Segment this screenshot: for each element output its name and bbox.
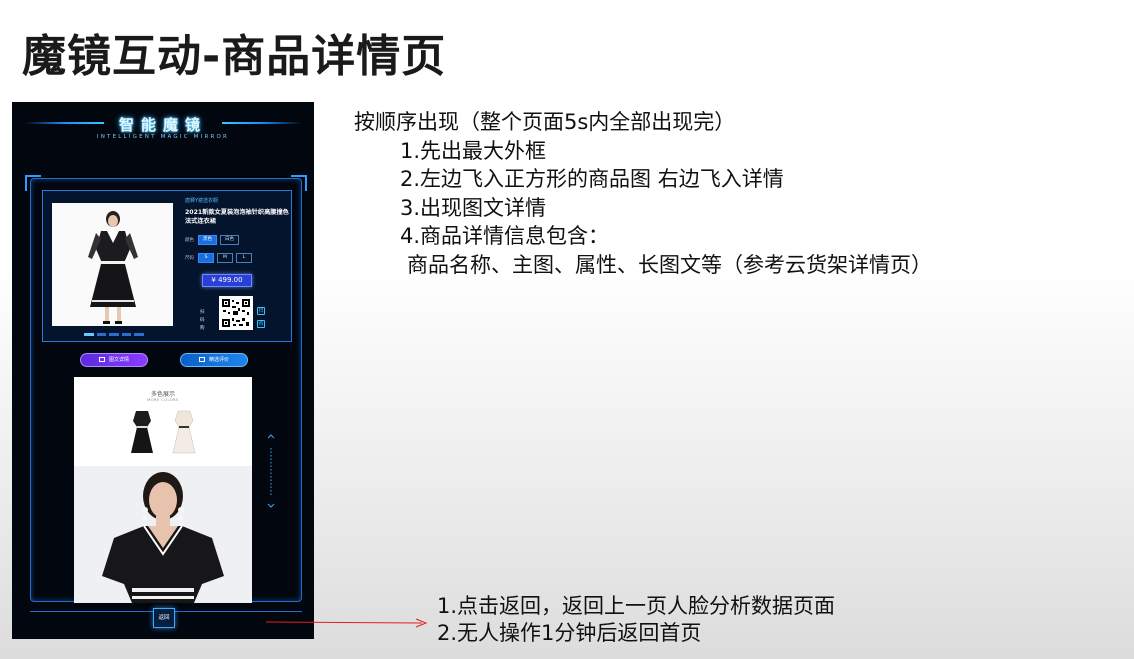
carousel-dot[interactable]	[121, 333, 132, 336]
qr-code[interactable]	[219, 296, 253, 330]
color-row: 颜色 黑色 白色	[185, 235, 239, 245]
note-step: 1.先出最大外框	[400, 138, 547, 163]
comment-icon	[198, 357, 205, 362]
carousel-dot[interactable]	[96, 333, 107, 336]
carousel-dot[interactable]	[84, 333, 94, 336]
note-step: 4.商品详情信息包含：	[400, 224, 610, 248]
back-button-notes: 1.点击返回，返回上一页人脸分析数据页面 2.无人操作1分钟后返回首页	[437, 593, 835, 647]
note-detail-line: 商品名称、主图、属性、长图文等（参考云货架详情页）	[407, 252, 932, 277]
mirror-header: 智能魔镜 INTELLIGENT MAGIC MIRROR	[12, 102, 314, 148]
carousel-dot[interactable]	[109, 333, 119, 336]
product-name: 2021新款女夏装泡泡袖针织高腰撞色法式连衣裙	[185, 209, 289, 225]
detail-photo	[74, 466, 252, 603]
product-main-image[interactable]	[52, 203, 173, 326]
tab-selected-reviews[interactable]: 精选评价	[180, 353, 248, 367]
qr-action-icons: 扫 购	[257, 307, 265, 333]
back-note: 2.无人操作1分钟后返回首页	[437, 621, 702, 645]
size-option-l[interactable]: L	[236, 253, 252, 263]
color-variants-figures	[131, 410, 196, 454]
color-option-black[interactable]: 黑色	[198, 235, 217, 245]
image-icon	[98, 357, 105, 362]
qr-caption: 扫 码 购	[200, 309, 205, 333]
size-row: 尺码 S M L	[185, 253, 252, 263]
magic-mirror-screen: 智能魔镜 INTELLIGENT MAGIC MIRROR 唐狮Y镜选衣橱 20…	[12, 102, 314, 639]
color-label: 颜色	[185, 237, 194, 243]
qr-caption-char: 扫	[200, 310, 205, 315]
size-label: 尺码	[185, 255, 194, 261]
back-note: 1.点击返回，返回上一页人脸分析数据页面	[437, 594, 836, 618]
price-tag: ¥ 499.00	[202, 274, 252, 287]
scroll-arrows-icon	[267, 434, 275, 508]
detail-scrollbar[interactable]	[267, 432, 275, 512]
qr-caption-char: 购	[200, 326, 205, 331]
product-info: 唐狮Y镜选衣橱 2021新款女夏装泡泡袖针织高腰撞色法式连衣裙 颜色 黑色 白色…	[185, 197, 293, 287]
image-carousel-indicator[interactable]	[84, 333, 144, 336]
slide-title: 魔镜互动-商品详情页	[22, 31, 447, 82]
detail-model-figure	[74, 466, 252, 603]
size-option-s[interactable]: S	[198, 253, 214, 263]
more-colors-subtitle: MORE COLORS	[147, 398, 179, 402]
scan-icon[interactable]: 扫	[257, 307, 265, 315]
note-step: 2.左边飞入正方形的商品图 右边飞入详情	[400, 167, 784, 191]
brand-title: 智能魔镜	[118, 116, 207, 134]
tab-image-text-detail[interactable]: 图文详情	[80, 353, 148, 367]
dress-model-figure	[52, 203, 173, 326]
brand-subtitle: INTELLIGENT MAGIC MIRROR	[96, 134, 230, 140]
tab-review-label: 精选评价	[208, 357, 229, 363]
animation-notes: 按顺序出现（整个页面5s内全部出现完） 1.先出最大外框 2.左边飞入正方形的商…	[354, 108, 932, 279]
carousel-dot[interactable]	[134, 333, 144, 336]
qr-caption-char: 码	[200, 318, 205, 323]
tab-detail-label: 图文详情	[108, 357, 129, 363]
more-colors-title: 多色展示	[150, 391, 175, 398]
qr-code-icon	[221, 298, 251, 328]
notes-heading: 按顺序出现（整个页面5s内全部出现完）	[354, 110, 736, 134]
size-option-m[interactable]: M	[217, 253, 233, 263]
back-button[interactable]: 返回	[153, 608, 175, 628]
shop-name: 唐狮Y镜选衣橱	[185, 198, 219, 204]
image-text-detail-panel[interactable]: 多色展示 MORE COLORS	[74, 377, 252, 603]
annotation-arrow-icon	[266, 618, 428, 628]
color-option-white[interactable]: 白色	[220, 235, 239, 245]
buy-icon[interactable]: 购	[257, 320, 265, 328]
note-step: 3.出现图文详情	[400, 195, 547, 220]
